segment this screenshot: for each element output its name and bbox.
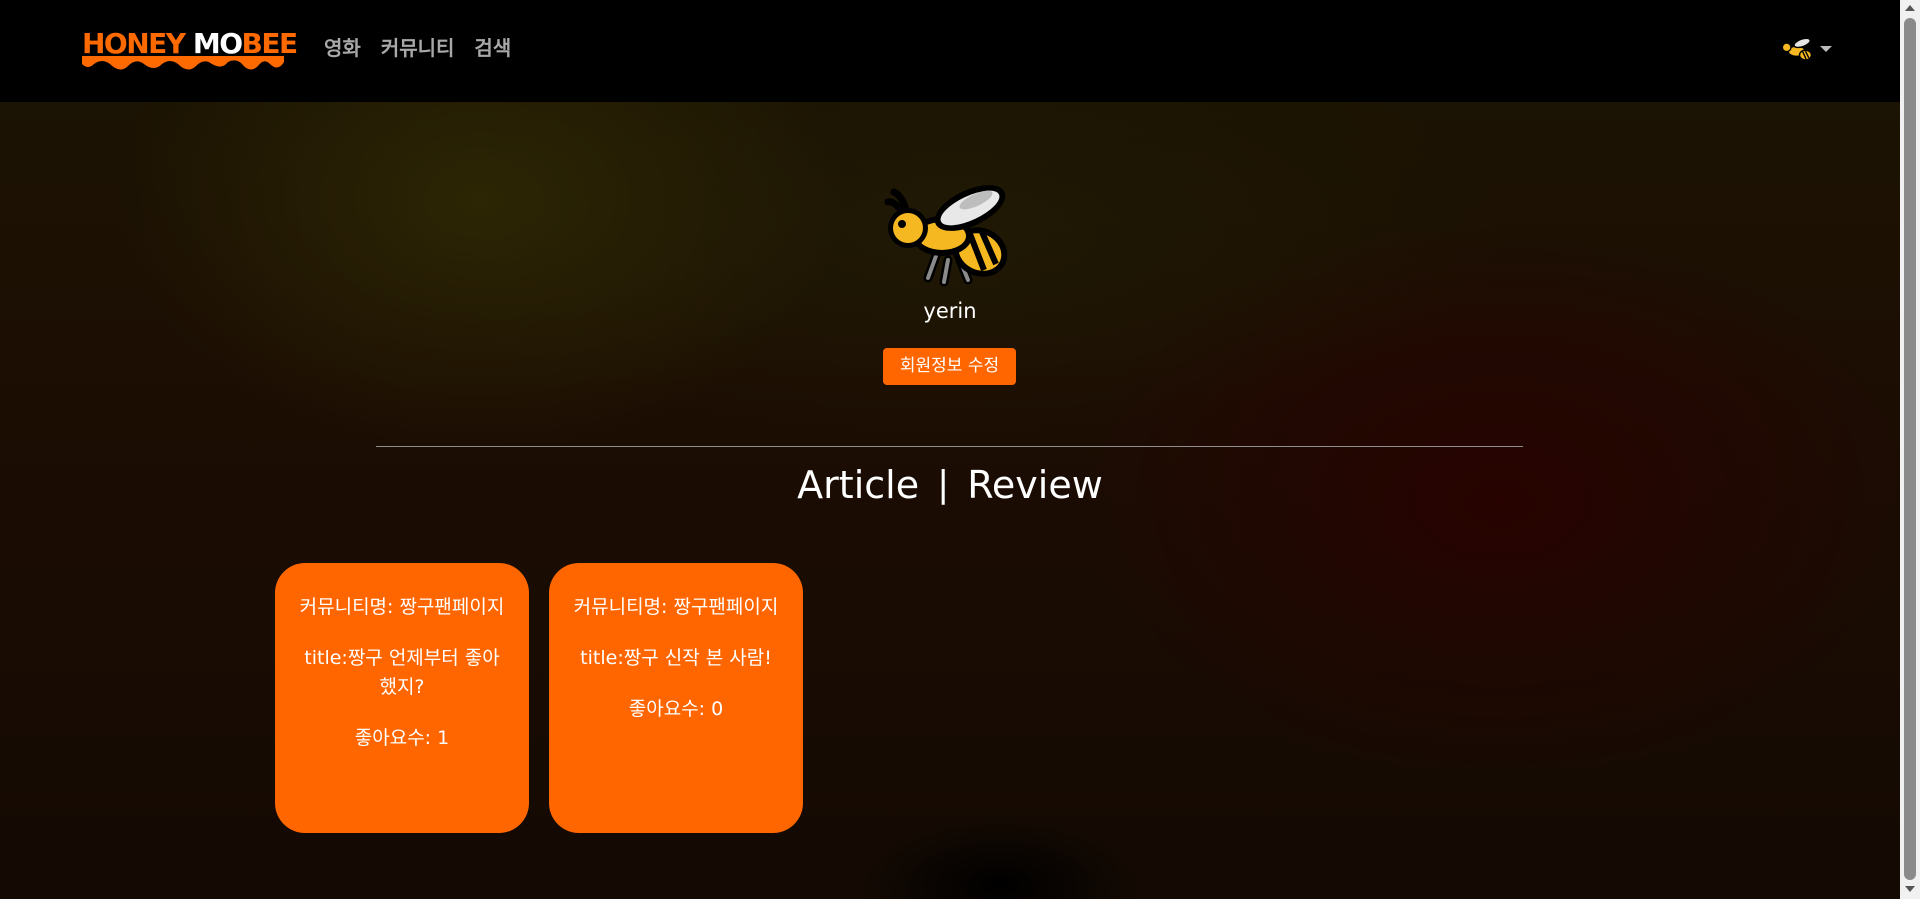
scrollbar-thumb[interactable] bbox=[1904, 18, 1916, 880]
article-community: 커뮤니티명: 짱구팬페이지 bbox=[299, 596, 505, 618]
tab-article[interactable]: Article bbox=[797, 458, 919, 512]
scroll-down-arrow-icon[interactable] bbox=[1905, 886, 1915, 892]
tab-separator: | bbox=[937, 464, 950, 505]
article-likes: 좋아요수: 1 bbox=[354, 727, 450, 749]
tab-review[interactable]: Review bbox=[967, 458, 1103, 512]
page-scrollbar[interactable] bbox=[1900, 0, 1920, 899]
nav-link-search[interactable]: 검색 bbox=[474, 34, 511, 62]
profile-avatar bbox=[884, 178, 1014, 290]
section-divider bbox=[376, 446, 1523, 447]
edit-profile-button[interactable]: 회원정보 수정 bbox=[883, 348, 1016, 385]
article-likes: 좋아요수: 0 bbox=[628, 698, 724, 720]
nav-links: 영화 커뮤니티 검색 bbox=[324, 34, 511, 62]
bee-icon bbox=[1781, 37, 1813, 61]
profile-username: yerin bbox=[923, 299, 977, 323]
article-card[interactable]: 커뮤니티명: 짱구팬페이지 title:짱구 언제부터 좋아했지? 좋아요수: … bbox=[275, 563, 529, 833]
navbar: HONEY MOBEE 영화 커뮤니티 검색 bbox=[0, 0, 1900, 102]
content-tabs: Article | Review bbox=[700, 458, 1200, 512]
nav-link-movies[interactable]: 영화 bbox=[324, 34, 361, 62]
article-card[interactable]: 커뮤니티명: 짱구팬페이지 title:짱구 신작 본 사람! 좋아요수: 0 bbox=[549, 563, 803, 833]
honey-drip-graphic bbox=[82, 56, 284, 70]
nav-link-community[interactable]: 커뮤니티 bbox=[381, 34, 455, 62]
scroll-up-arrow-icon[interactable] bbox=[1905, 5, 1915, 11]
user-menu-dropdown[interactable] bbox=[1780, 32, 1838, 66]
article-community: 커뮤니티명: 짱구팬페이지 bbox=[573, 596, 779, 618]
article-title: title:짱구 언제부터 좋아했지? bbox=[304, 647, 500, 698]
article-title: title:짱구 신작 본 사람! bbox=[580, 647, 772, 669]
bee-icon bbox=[884, 185, 1008, 287]
chevron-down-icon bbox=[1820, 46, 1832, 52]
site-logo[interactable]: HONEY MOBEE bbox=[82, 28, 298, 74]
